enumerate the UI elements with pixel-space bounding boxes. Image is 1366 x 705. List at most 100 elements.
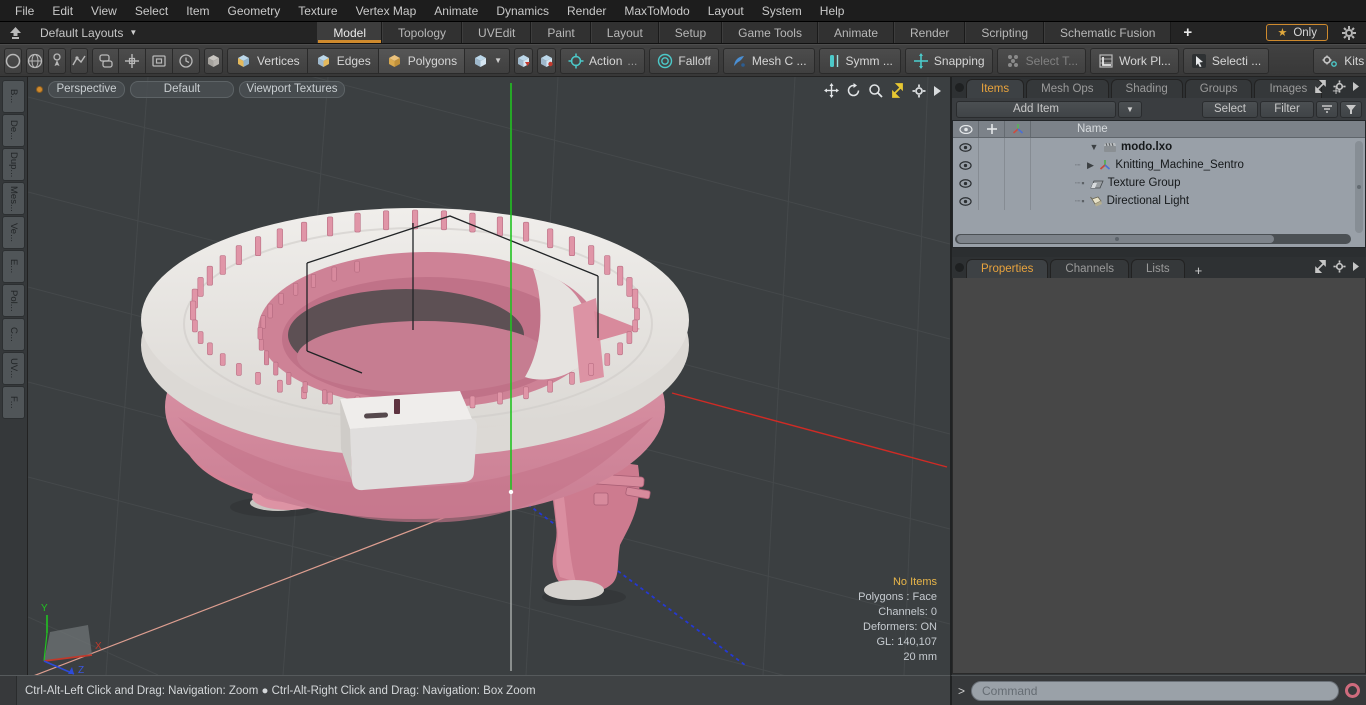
menu-dynamics[interactable]: Dynamics: [487, 0, 558, 22]
tab-uvedit[interactable]: UVEdit: [462, 22, 532, 43]
side-tab-vertex[interactable]: Ve...: [2, 216, 25, 249]
lock-toggle[interactable]: [1005, 156, 1031, 174]
disclosure-triangle-expanded[interactable]: ▼: [1089, 142, 1099, 152]
item-row-texture-group[interactable]: ┈▪ Texture Group: [953, 174, 1365, 192]
side-tab-curves[interactable]: C...: [2, 318, 25, 351]
item-row-scene[interactable]: ▼ modo.lxo: [953, 138, 1365, 156]
tab-model[interactable]: Model: [317, 22, 382, 43]
filter-button[interactable]: Filter: [1260, 100, 1314, 118]
tab-layout[interactable]: Layout: [590, 22, 659, 43]
lock-toggle[interactable]: [1005, 192, 1031, 210]
tab-images[interactable]: Images: [1254, 79, 1323, 98]
viewport-textures-button[interactable]: Viewport Textures: [239, 80, 345, 98]
add-item-dropdown[interactable]: ▼: [1118, 100, 1142, 118]
menu-select[interactable]: Select: [126, 0, 177, 22]
tab-items[interactable]: Items: [966, 79, 1025, 98]
side-tab-duplicate[interactable]: Dup...: [2, 148, 25, 181]
render-toggle[interactable]: [979, 156, 1005, 174]
set-mesh-button[interactable]: [514, 47, 534, 74]
menu-geometry[interactable]: Geometry: [219, 0, 290, 22]
curve-tool-button[interactable]: [70, 47, 88, 74]
tab-mesh-ops[interactable]: Mesh Ops: [1026, 79, 1109, 98]
visibility-toggle[interactable]: [953, 156, 979, 174]
panel-flyout-icon[interactable]: [1352, 261, 1360, 272]
panel-corner-notch[interactable]: [955, 83, 964, 92]
set-item-button[interactable]: [537, 47, 557, 74]
render-toggle[interactable]: [979, 138, 1005, 156]
expand-panel-icon[interactable]: [1314, 260, 1327, 273]
pan-icon[interactable]: [824, 83, 839, 98]
only-button[interactable]: ★ Only: [1266, 24, 1328, 41]
item-row-mesh[interactable]: ┈ ▶ Knitting_Machine_Sentro: [953, 156, 1365, 174]
render-toggle[interactable]: [979, 174, 1005, 192]
polygons-mode-button[interactable]: Polygons: [378, 47, 466, 74]
layout-switcher[interactable]: Default Layouts ▼: [30, 22, 147, 43]
transform-tool-button[interactable]: [119, 47, 146, 74]
orbit-icon[interactable]: [846, 83, 861, 98]
side-tab-fusion[interactable]: F...: [2, 386, 25, 419]
lock-column-header[interactable]: [1005, 121, 1031, 137]
add-layout-tab-button[interactable]: +: [1171, 22, 1204, 43]
tab-render[interactable]: Render: [894, 22, 966, 43]
side-tab-uv[interactable]: UV...: [2, 352, 25, 385]
panel-gear-icon[interactable]: [1333, 80, 1346, 93]
item-list-vscrollbar[interactable]: [1355, 141, 1363, 233]
sphere-tool-button[interactable]: [26, 47, 44, 74]
menu-vertex-map[interactable]: Vertex Map: [347, 0, 426, 22]
tab-channels[interactable]: Channels: [1050, 259, 1130, 278]
edges-mode-button[interactable]: Edges: [307, 47, 379, 74]
item-mode-dropdown[interactable]: ▼: [465, 47, 511, 74]
render-column-header[interactable]: [979, 121, 1005, 137]
menu-view[interactable]: View: [82, 0, 126, 22]
panel-corner-notch[interactable]: [955, 263, 964, 272]
lock-toggle[interactable]: [1005, 174, 1031, 192]
tab-scripting[interactable]: Scripting: [965, 22, 1045, 43]
side-tab-basic[interactable]: B...: [2, 80, 25, 113]
pop-layout-icon[interactable]: [0, 22, 30, 43]
vertices-mode-button[interactable]: Vertices: [227, 47, 308, 74]
side-tab-polygon[interactable]: Pol...: [2, 284, 25, 317]
kits-button[interactable]: Kits: [1313, 47, 1366, 74]
visibility-toggle[interactable]: [953, 192, 979, 210]
ghost-mode-button[interactable]: [204, 47, 223, 74]
viewport-gear-icon[interactable]: [912, 84, 926, 98]
command-record-icon[interactable]: [1345, 683, 1360, 698]
tab-topology[interactable]: Topology: [382, 22, 463, 43]
menu-animate[interactable]: Animate: [425, 0, 487, 22]
visibility-toggle[interactable]: [953, 138, 979, 156]
pen-tool-button[interactable]: [48, 47, 66, 74]
viewport-preset-button[interactable]: Default: [130, 80, 234, 98]
select-button[interactable]: Select: [1202, 100, 1258, 118]
symmetry-button[interactable]: Symm ...: [818, 47, 901, 74]
panel-arrow-icon[interactable]: [933, 85, 942, 97]
menu-file[interactable]: File: [6, 0, 43, 22]
tab-paint[interactable]: Paint: [531, 22, 591, 43]
tab-game-tools[interactable]: Game Tools: [722, 22, 818, 43]
panel-gear-icon[interactable]: [1333, 260, 1346, 273]
render-toggle[interactable]: [979, 192, 1005, 210]
tab-setup[interactable]: Setup: [658, 22, 723, 43]
filter-options-button[interactable]: [1316, 100, 1338, 118]
3d-viewport[interactable]: Y X Z Perspective Default Viewport Textu…: [28, 77, 950, 675]
ellipse-tool-button[interactable]: [4, 47, 22, 74]
command-input[interactable]: [971, 680, 1339, 701]
selection-sets-button[interactable]: Selecti ...: [1182, 47, 1270, 74]
snapping-button[interactable]: Snapping: [904, 47, 993, 74]
mesh-constraint-button[interactable]: Mesh C ...: [722, 47, 815, 74]
disclosure-triangle-collapsed[interactable]: ▶: [1085, 160, 1095, 171]
tab-schematic-fusion[interactable]: Schematic Fusion: [1044, 22, 1172, 43]
layers-tool-button[interactable]: [92, 47, 119, 74]
zoom-icon[interactable]: [868, 83, 883, 98]
menu-layout[interactable]: Layout: [699, 0, 753, 22]
menu-render[interactable]: Render: [558, 0, 615, 22]
gear-icon[interactable]: [1342, 25, 1356, 40]
falloff-button[interactable]: Falloff: [649, 47, 719, 74]
tab-properties[interactable]: Properties: [966, 259, 1049, 278]
item-row-directional-light[interactable]: ┈▪ Directional Light: [953, 192, 1365, 210]
panel-divider[interactable]: [952, 248, 1366, 257]
menu-help[interactable]: Help: [811, 0, 854, 22]
menu-edit[interactable]: Edit: [43, 0, 82, 22]
panel-flyout-icon[interactable]: [1352, 81, 1360, 92]
menu-texture[interactable]: Texture: [289, 0, 346, 22]
add-item-button[interactable]: Add Item: [956, 100, 1116, 118]
